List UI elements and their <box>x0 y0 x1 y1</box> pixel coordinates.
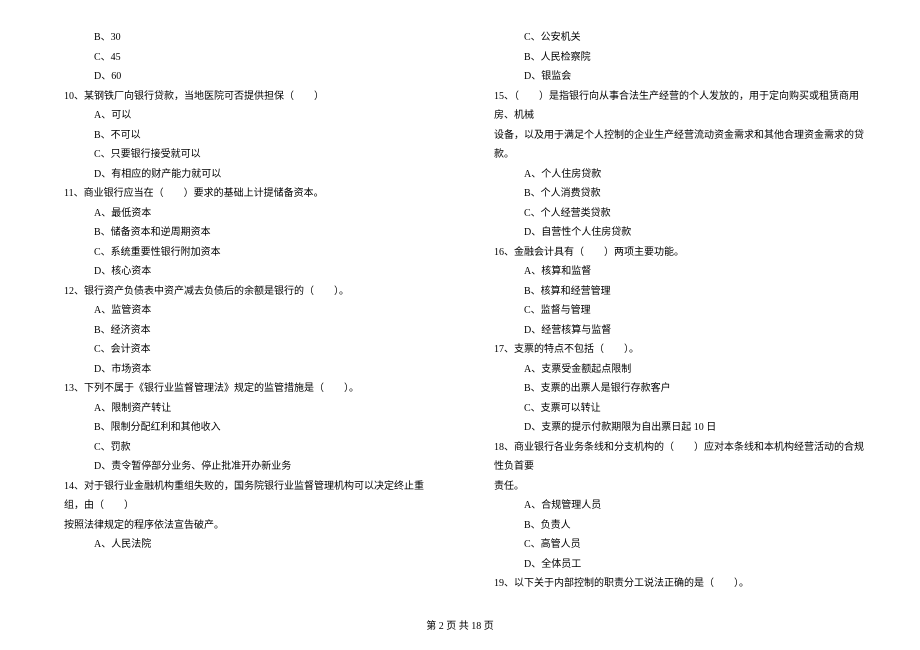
option: C、高管人员 <box>480 535 870 555</box>
option: B、储备资本和逆周期资本 <box>50 223 440 243</box>
option: B、负责人 <box>480 516 870 536</box>
option: C、会计资本 <box>50 340 440 360</box>
option: D、全体员工 <box>480 555 870 575</box>
option: A、最低资本 <box>50 204 440 224</box>
option: D、责令暂停部分业务、停止批准开办新业务 <box>50 457 440 477</box>
option: D、银监会 <box>480 67 870 87</box>
option: C、45 <box>50 48 440 68</box>
option: A、人民法院 <box>50 535 440 555</box>
option: D、经营核算与监督 <box>480 321 870 341</box>
option: C、只要银行接受就可以 <box>50 145 440 165</box>
option: A、可以 <box>50 106 440 126</box>
option: C、罚款 <box>50 438 440 458</box>
option: A、支票受金额起点限制 <box>480 360 870 380</box>
right-column: C、公安机关 B、人民检察院 D、银监会 15、（ ）是指银行向从事合法生产经营… <box>480 28 870 594</box>
option: D、核心资本 <box>50 262 440 282</box>
option: D、有相应的财产能力就可以 <box>50 165 440 185</box>
option: D、市场资本 <box>50 360 440 380</box>
option: B、限制分配红利和其他收入 <box>50 418 440 438</box>
option: B、30 <box>50 28 440 48</box>
option: B、经济资本 <box>50 321 440 341</box>
question-18-line1: 18、商业银行各业务条线和分支机构的（ ）应对本条线和本机构经营活动的合规性负首… <box>480 438 870 477</box>
left-column: B、30 C、45 D、60 10、某钢铁厂向银行贷款，当地医院可否提供担保（ … <box>50 28 440 594</box>
page-footer: 第 2 页 共 18 页 <box>0 617 920 632</box>
option: A、限制资产转让 <box>50 399 440 419</box>
option: D、支票的提示付款期限为自出票日起 10 日 <box>480 418 870 438</box>
option: C、系统重要性银行附加资本 <box>50 243 440 263</box>
question-16: 16、金融会计具有（ ）两项主要功能。 <box>480 243 870 263</box>
option: B、个人消费贷款 <box>480 184 870 204</box>
option: D、自营性个人住房贷款 <box>480 223 870 243</box>
option: A、合规管理人员 <box>480 496 870 516</box>
option: B、核算和经营管理 <box>480 282 870 302</box>
option: D、60 <box>50 67 440 87</box>
option: C、公安机关 <box>480 28 870 48</box>
option: C、支票可以转让 <box>480 399 870 419</box>
question-14-line2: 按照法律规定的程序依法宣告破产。 <box>50 516 440 536</box>
question-10: 10、某钢铁厂向银行贷款，当地医院可否提供担保（ ） <box>50 87 440 107</box>
question-14-line1: 14、对于银行业金融机构重组失败的，国务院银行业监督管理机构可以决定终止重组，由… <box>50 477 440 516</box>
question-15-line1: 15、（ ）是指银行向从事合法生产经营的个人发放的，用于定向购买或租赁商用房、机… <box>480 87 870 126</box>
option: A、监管资本 <box>50 301 440 321</box>
option: C、个人经营类贷款 <box>480 204 870 224</box>
question-15-line2: 设备，以及用于满足个人控制的企业生产经营流动资金需求和其他合理资金需求的贷款。 <box>480 126 870 165</box>
option: A、个人住房贷款 <box>480 165 870 185</box>
question-11: 11、商业银行应当在（ ）要求的基础上计提储备资本。 <box>50 184 440 204</box>
question-18-line2: 责任。 <box>480 477 870 497</box>
question-12: 12、银行资产负债表中资产减去负债后的余额是银行的（ ）。 <box>50 282 440 302</box>
option: A、核算和监督 <box>480 262 870 282</box>
two-column-layout: B、30 C、45 D、60 10、某钢铁厂向银行贷款，当地医院可否提供担保（ … <box>50 28 870 594</box>
option: B、支票的出票人是银行存款客户 <box>480 379 870 399</box>
option: B、不可以 <box>50 126 440 146</box>
option: B、人民检察院 <box>480 48 870 68</box>
option: C、监督与管理 <box>480 301 870 321</box>
question-19: 19、以下关于内部控制的职责分工说法正确的是（ ）。 <box>480 574 870 594</box>
question-13: 13、下列不属于《银行业监督管理法》规定的监管措施是（ ）。 <box>50 379 440 399</box>
question-17: 17、支票的特点不包括（ ）。 <box>480 340 870 360</box>
